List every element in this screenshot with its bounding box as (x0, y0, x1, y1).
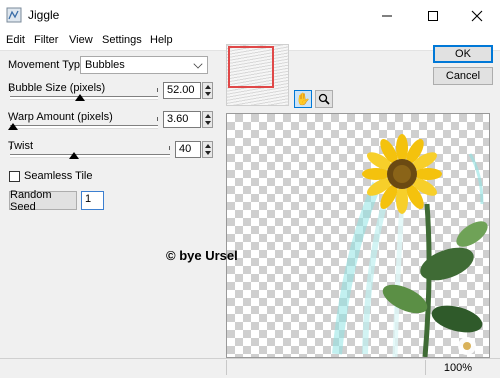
menu-filter[interactable]: Filter (34, 34, 58, 46)
twist-input[interactable]: 40 (175, 141, 201, 158)
warp-amount-thumb[interactable] (7, 123, 18, 130)
seamless-tile-checkbox[interactable] (9, 171, 20, 182)
bubble-size-thumb[interactable] (74, 94, 85, 101)
sunflower-image (332, 134, 488, 357)
title-bar: Jiggle (0, 0, 500, 31)
cancel-button[interactable]: Cancel (433, 67, 493, 85)
canvas-scrollbar[interactable] (490, 113, 500, 358)
spin-down-icon (205, 92, 211, 96)
twist-spinner[interactable] (202, 141, 213, 158)
status-divider (425, 360, 426, 375)
minimize-button[interactable] (364, 0, 410, 31)
close-icon (471, 10, 483, 21)
window-title: Jiggle (28, 8, 60, 22)
movement-type-value: Bubbles (85, 59, 125, 71)
hand-tool-button[interactable]: ✋ (294, 90, 312, 108)
zoom-tool-button[interactable] (315, 90, 333, 108)
movement-type-label: Movement Type: (8, 59, 90, 71)
preview-viewport-rect[interactable] (228, 46, 274, 88)
spin-up-icon (205, 144, 211, 148)
random-seed-input[interactable]: 1 (81, 191, 104, 210)
movement-type-select[interactable]: Bubbles (80, 56, 208, 74)
bubble-size-slider-ticks (10, 88, 158, 102)
bubble-size-input[interactable]: 52.00 (163, 82, 201, 99)
twist-thumb[interactable] (69, 152, 79, 159)
spin-down-icon (205, 121, 211, 125)
close-button[interactable] (454, 0, 500, 31)
menu-help[interactable]: Help (150, 34, 173, 46)
ok-button[interactable]: OK (433, 45, 493, 63)
minimize-icon (382, 15, 392, 16)
twist-slider-ticks (10, 146, 170, 160)
status-divider (226, 360, 227, 375)
warp-amount-slider-ticks (7, 117, 158, 131)
app-icon (6, 7, 22, 23)
watermark-text: © bye Ursel (166, 248, 238, 263)
preview-canvas[interactable] (226, 113, 490, 358)
menu-settings[interactable]: Settings (102, 34, 142, 46)
random-seed-button[interactable]: Random Seed (9, 189, 77, 213)
bubble-size-spinner[interactable] (202, 82, 213, 99)
hand-icon: ✋ (295, 92, 311, 106)
zoom-level: 100% (443, 362, 472, 374)
spin-up-icon (205, 85, 211, 89)
spin-up-icon (205, 114, 211, 118)
warp-amount-input[interactable]: 3.60 (163, 111, 201, 128)
chevron-down-icon (193, 59, 203, 69)
warp-amount-spinner[interactable] (202, 111, 213, 128)
seamless-tile-label: Seamless Tile (24, 170, 93, 182)
maximize-icon (428, 10, 438, 21)
menu-edit[interactable]: Edit (6, 34, 25, 46)
spin-down-icon (205, 151, 211, 155)
maximize-button[interactable] (410, 0, 456, 31)
magnifier-icon (318, 93, 330, 105)
menu-view[interactable]: View (69, 34, 93, 46)
